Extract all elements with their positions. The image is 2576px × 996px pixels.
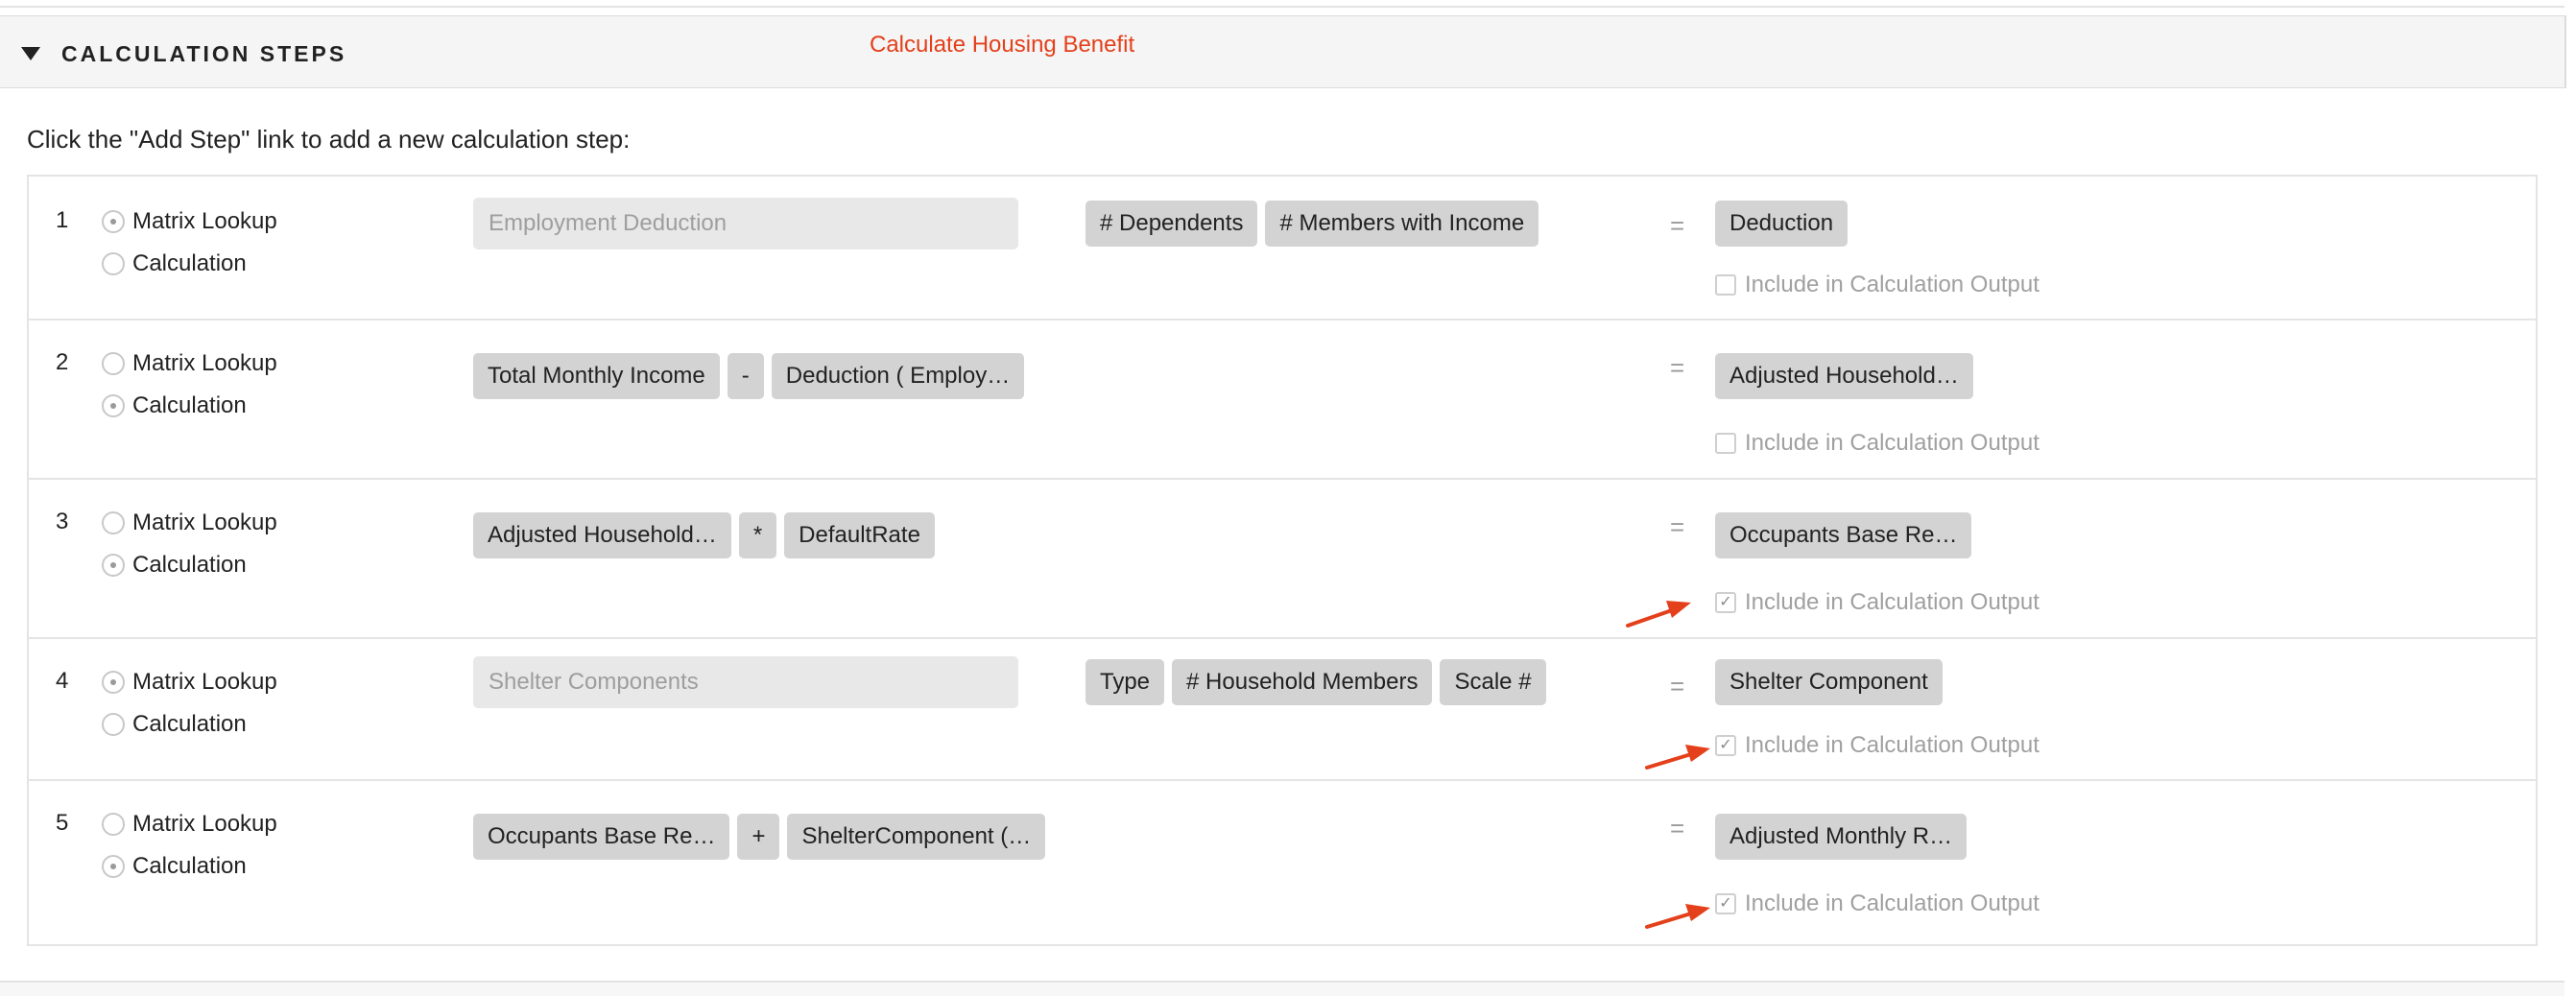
radio-label: Calculation xyxy=(132,711,247,737)
radio-circle[interactable] xyxy=(102,252,125,275)
radio-label: Matrix Lookup xyxy=(132,208,277,234)
radio-circle[interactable] xyxy=(102,671,125,694)
include-output-checkbox[interactable]: ✓ Include in Calculation Output xyxy=(1715,731,2039,760)
radio-label: Matrix Lookup xyxy=(132,811,277,837)
step-number: 1 xyxy=(56,207,69,233)
variable-token[interactable]: Scale # xyxy=(1440,659,1546,705)
radio-label: Matrix Lookup xyxy=(132,510,277,535)
section-title: CALCULATION STEPS xyxy=(61,41,347,66)
include-output-checkbox[interactable]: Include in Calculation Output xyxy=(1715,271,2039,299)
radio-matrix-lookup[interactable]: Matrix Lookup xyxy=(102,205,277,238)
radio-calculation[interactable]: Calculation xyxy=(102,850,247,883)
radio-label: Matrix Lookup xyxy=(132,669,277,695)
radio-matrix-lookup[interactable]: Matrix Lookup xyxy=(102,507,277,539)
variable-token[interactable]: Total Monthly Income xyxy=(473,353,720,399)
step-tokens: # Dependents # Members with Income xyxy=(1085,201,1539,247)
variable-token[interactable]: Adjusted Household… xyxy=(473,512,731,558)
result-token[interactable]: Shelter Component xyxy=(1715,659,1943,705)
radio-label: Calculation xyxy=(132,392,247,418)
radio-calculation[interactable]: Calculation xyxy=(102,248,247,280)
variable-token[interactable]: # Dependents xyxy=(1085,201,1258,247)
step-number: 3 xyxy=(56,509,69,534)
include-output-label: Include in Calculation Output xyxy=(1745,589,2039,615)
radio-circle[interactable] xyxy=(102,210,125,233)
result-token[interactable]: Deduction xyxy=(1715,201,1849,247)
operator-token[interactable]: * xyxy=(738,512,777,558)
result-token[interactable]: Occupants Base Re… xyxy=(1715,512,1972,558)
step-row-1: 1 Matrix Lookup Calculation # Dependents… xyxy=(29,177,2536,320)
variable-token[interactable]: Deduction ( Employ… xyxy=(771,353,1025,399)
variable-token[interactable]: ShelterComponent (… xyxy=(787,814,1046,860)
checkmark-icon[interactable]: ✓ xyxy=(1715,893,1736,914)
include-output-checkbox[interactable]: ✓ Include in Calculation Output xyxy=(1715,889,2039,918)
include-output-label: Include in Calculation Output xyxy=(1745,272,2039,297)
checkmark-icon[interactable]: ✓ xyxy=(1715,735,1736,756)
steps-container: 1 Matrix Lookup Calculation # Dependents… xyxy=(27,175,2538,946)
radio-label: Calculation xyxy=(132,250,247,276)
include-output-label: Include in Calculation Output xyxy=(1745,890,2039,916)
include-output-label: Include in Calculation Output xyxy=(1745,430,2039,456)
include-output-checkbox[interactable]: ✓ Include in Calculation Output xyxy=(1715,588,2039,617)
step-tokens: Type # Household Members Scale # xyxy=(1085,659,1546,705)
radio-matrix-lookup[interactable]: Matrix Lookup xyxy=(102,808,277,841)
include-output-checkbox[interactable]: Include in Calculation Output xyxy=(1715,429,2039,458)
checkmark-icon[interactable]: ✓ xyxy=(1715,592,1736,613)
step-tokens: Adjusted Household… * DefaultRate xyxy=(473,512,935,558)
radio-circle[interactable] xyxy=(102,511,125,534)
step-number: 2 xyxy=(56,349,69,375)
calculation-subtitle: Calculate Housing Benefit xyxy=(870,32,1135,58)
variable-token[interactable]: # Members with Income xyxy=(1265,201,1539,247)
operator-token[interactable]: - xyxy=(727,353,764,399)
radio-label: Calculation xyxy=(132,853,247,879)
radio-matrix-lookup[interactable]: Matrix Lookup xyxy=(102,347,277,380)
radio-calculation[interactable]: Calculation xyxy=(102,549,247,581)
step-number: 4 xyxy=(56,668,69,694)
radio-circle[interactable] xyxy=(102,394,125,417)
radio-circle[interactable] xyxy=(102,855,125,878)
checkbox-box[interactable] xyxy=(1715,433,1736,454)
red-arrow-icon xyxy=(1626,601,1691,628)
red-arrow-icon xyxy=(1645,745,1710,770)
equals-sign: = xyxy=(1670,672,1685,700)
result-token[interactable]: Adjusted Household… xyxy=(1715,353,1973,399)
section-header: CALCULATION STEPS Calculate Housing Bene… xyxy=(0,15,2566,88)
include-output-label: Include in Calculation Output xyxy=(1745,732,2039,758)
radio-circle[interactable] xyxy=(102,554,125,577)
equals-sign: = xyxy=(1670,211,1685,240)
radio-circle[interactable] xyxy=(102,813,125,836)
radio-circle[interactable] xyxy=(102,352,125,375)
step-tokens: Total Monthly Income - Deduction ( Emplo… xyxy=(473,353,1025,399)
checkbox-box[interactable] xyxy=(1715,274,1736,296)
step-row-2: 2 Matrix Lookup Calculation Total Monthl… xyxy=(29,319,2536,480)
radio-calculation[interactable]: Calculation xyxy=(102,390,247,422)
radio-label: Calculation xyxy=(132,552,247,578)
step-row-3: 3 Matrix Lookup Calculation Adjusted Hou… xyxy=(29,478,2536,639)
operator-token[interactable]: + xyxy=(737,814,780,860)
instructions-text: Click the "Add Step" link to add a new c… xyxy=(27,125,631,154)
variable-token[interactable]: Occupants Base Re… xyxy=(473,814,730,860)
result-token[interactable]: Adjusted Monthly R… xyxy=(1715,814,1968,860)
step-row-4: 4 Matrix Lookup Calculation Type # House… xyxy=(29,637,2536,781)
radio-label: Matrix Lookup xyxy=(132,350,277,376)
step-number: 5 xyxy=(56,810,69,836)
equals-sign: = xyxy=(1670,353,1685,382)
variable-token[interactable]: Type xyxy=(1085,659,1165,705)
step-row-5: 5 Matrix Lookup Calculation Occupants Ba… xyxy=(29,779,2536,942)
equals-sign: = xyxy=(1670,814,1685,842)
variable-token[interactable]: # Household Members xyxy=(1172,659,1433,705)
step-tokens: Occupants Base Re… + ShelterComponent (… xyxy=(473,814,1046,860)
equals-sign: = xyxy=(1670,512,1685,541)
variable-token[interactable]: DefaultRate xyxy=(784,512,935,558)
red-arrow-icon xyxy=(1645,904,1710,929)
radio-calculation[interactable]: Calculation xyxy=(102,708,247,741)
top-divider xyxy=(0,6,2564,8)
radio-matrix-lookup[interactable]: Matrix Lookup xyxy=(102,666,277,699)
matrix-table-input[interactable] xyxy=(473,656,1018,708)
radio-circle[interactable] xyxy=(102,713,125,736)
triangle-down-icon[interactable] xyxy=(21,47,40,60)
matrix-table-input[interactable] xyxy=(473,198,1018,249)
